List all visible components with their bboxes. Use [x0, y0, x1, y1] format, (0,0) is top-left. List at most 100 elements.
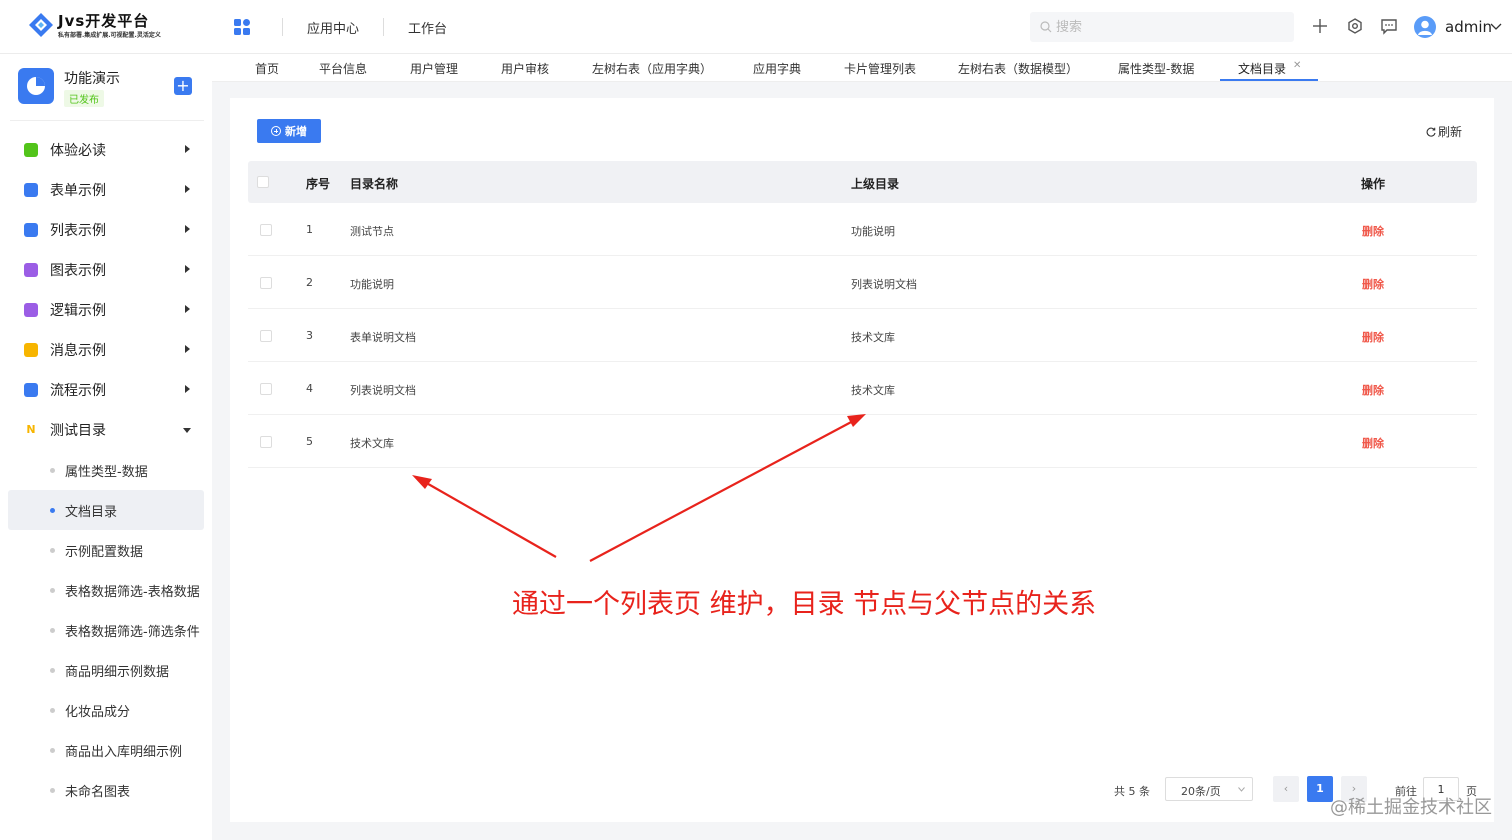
source-watermark: @稀土掘金技术社区: [1330, 797, 1492, 818]
directory-table: 序号 目录名称 上级目录 操作 1 测试节点 功能说明 删除 2 功能说明 列表…: [248, 161, 1477, 468]
form-icon: [24, 183, 38, 197]
sidebar-item-message[interactable]: 消息示例: [8, 330, 204, 370]
cell-parent: 技术文库: [851, 384, 895, 397]
refresh-icon: [1426, 127, 1436, 137]
user-icon: [1418, 20, 1432, 35]
row-checkbox[interactable]: [260, 330, 272, 342]
sidebar-item-logic[interactable]: 逻辑示例: [8, 290, 204, 330]
sidebar-item-label: 测试目录: [50, 423, 106, 439]
logo-icon: [29, 13, 53, 37]
plus-icon[interactable]: [1311, 17, 1329, 35]
nav-workbench[interactable]: 工作台: [396, 18, 459, 37]
tab-doc-directory[interactable]: 文档目录: [1238, 60, 1286, 77]
tab-attr-type-data[interactable]: 属性类型-数据: [1118, 60, 1194, 77]
bullet-icon: [50, 507, 55, 513]
logo[interactable]: Jvs开发平台 私有部署.集成扩展.可视配置.灵活定义: [28, 10, 198, 44]
sidebar-item-label: 逻辑示例: [50, 303, 106, 319]
sidebar-item-experience[interactable]: 体验必读: [8, 130, 204, 170]
sidebar-subitem[interactable]: 未命名图表: [8, 770, 204, 810]
sidebar-item-label: 流程示例: [50, 383, 106, 399]
bullet-icon: [50, 627, 55, 633]
cell-name: 功能说明: [350, 278, 394, 291]
delete-button[interactable]: 删除: [1362, 329, 1384, 345]
table-row[interactable]: 4 列表说明文档 技术文库 删除: [248, 362, 1477, 415]
gear-icon[interactable]: [1346, 17, 1364, 35]
tab-user-review[interactable]: 用户审核: [501, 60, 549, 77]
refresh-label: 刷新: [1438, 125, 1463, 139]
sidebar-subitem[interactable]: 示例配置数据: [8, 530, 204, 570]
prev-page-button[interactable]: ‹: [1273, 776, 1299, 802]
tab-card-list[interactable]: 卡片管理列表: [844, 60, 916, 77]
bullet-icon: [50, 707, 55, 713]
sidebar-divider: [10, 120, 204, 121]
sidebar-subitem[interactable]: 表格数据筛选-表格数据: [8, 570, 204, 610]
close-icon[interactable]: ✕: [1293, 60, 1301, 71]
row-checkbox[interactable]: [260, 436, 272, 448]
app-icon: [18, 68, 54, 104]
add-button[interactable]: 新增: [257, 119, 321, 143]
caret-right-icon: [185, 305, 190, 313]
sidebar-subitem[interactable]: 商品明细示例数据: [8, 650, 204, 690]
sidebar-subitem[interactable]: 属性类型-数据: [8, 450, 204, 490]
delete-button[interactable]: 删除: [1362, 435, 1384, 451]
sidebar-item-chart[interactable]: 图表示例: [8, 250, 204, 290]
search-box[interactable]: [1030, 12, 1294, 42]
select-all-checkbox[interactable]: [257, 176, 269, 188]
logic-icon: [24, 303, 38, 317]
page-size-select[interactable]: 20条/页: [1165, 777, 1253, 801]
tab-tree-table-dict[interactable]: 左树右表（应用字典）: [592, 60, 712, 77]
apps-grid-icon[interactable]: [234, 19, 250, 35]
sidebar-subitem[interactable]: 化妆品成分: [8, 690, 204, 730]
chevron-down-icon[interactable]: [1490, 22, 1502, 32]
delete-button[interactable]: 删除: [1362, 276, 1384, 292]
chart-icon: [24, 263, 38, 277]
sidebar-item-flow[interactable]: 流程示例: [8, 370, 204, 410]
sidebar-item-label: 表单示例: [50, 183, 106, 199]
tab-user-management[interactable]: 用户管理: [410, 60, 458, 77]
row-checkbox[interactable]: [260, 224, 272, 236]
nav-app-center[interactable]: 应用中心: [295, 18, 371, 37]
table-row[interactable]: 3 表单说明文档 技术文库 删除: [248, 309, 1477, 362]
delete-button[interactable]: 删除: [1362, 223, 1384, 239]
user-name[interactable]: admin: [1445, 18, 1492, 36]
nav-divider: [383, 18, 385, 36]
row-checkbox[interactable]: [260, 277, 272, 289]
cell-name: 技术文库: [350, 437, 394, 450]
table-row[interactable]: 5 技术文库 删除: [248, 415, 1477, 468]
sidebar-item-form[interactable]: 表单示例: [8, 170, 204, 210]
sidebar-item-list[interactable]: 列表示例: [8, 210, 204, 250]
tab-app-dict[interactable]: 应用字典: [753, 60, 801, 77]
table-row[interactable]: 1 测试节点 功能说明 删除: [248, 203, 1477, 256]
page-size-value: 20条/页: [1181, 785, 1221, 798]
row-checkbox[interactable]: [260, 383, 272, 395]
sidebar: 功能演示 已发布 + 体验必读 表单示例 列表示例 图表示例 逻辑示例 消息示例…: [0, 54, 212, 840]
sidebar-subitem[interactable]: 商品出入库明细示例: [8, 730, 204, 770]
refresh-button[interactable]: 刷新: [1426, 123, 1462, 140]
tab-platform-info[interactable]: 平台信息: [319, 60, 367, 77]
bullet-icon: [50, 667, 55, 673]
sidebar-subitem-active[interactable]: 文档目录: [8, 490, 204, 530]
avatar[interactable]: [1414, 16, 1436, 38]
cell-parent: 列表说明文档: [851, 278, 917, 291]
cell-name: 测试节点: [350, 225, 394, 238]
tab-tree-table-model[interactable]: 左树右表（数据模型）: [958, 60, 1078, 77]
add-button-label: 新增: [285, 125, 307, 138]
annotation-text: 通过一个列表页 维护，目录 节点与父节点的关系: [512, 589, 1097, 620]
sidebar-item-label: 消息示例: [50, 343, 106, 359]
bullet-icon: [50, 747, 55, 753]
tab-home[interactable]: 首页: [255, 60, 279, 77]
column-header: 序号: [306, 177, 331, 191]
sidebar-item-label: 体验必读: [50, 143, 106, 159]
add-menu-button[interactable]: +: [174, 77, 192, 95]
message-icon[interactable]: [1380, 17, 1398, 35]
sidebar-item-test-dir[interactable]: N 测试目录: [8, 410, 204, 450]
delete-button[interactable]: 删除: [1362, 382, 1384, 398]
search-input[interactable]: [1056, 12, 1286, 42]
table-header: 序号 目录名称 上级目录 操作: [248, 161, 1477, 203]
message-icon: [24, 343, 38, 357]
caret-right-icon: [185, 185, 190, 193]
table-row[interactable]: 2 功能说明 列表说明文档 删除: [248, 256, 1477, 309]
sidebar-subitem[interactable]: 表格数据筛选-筛选条件: [8, 610, 204, 650]
app-name: 功能演示: [64, 71, 120, 87]
app-card[interactable]: 功能演示 已发布 +: [18, 66, 208, 118]
